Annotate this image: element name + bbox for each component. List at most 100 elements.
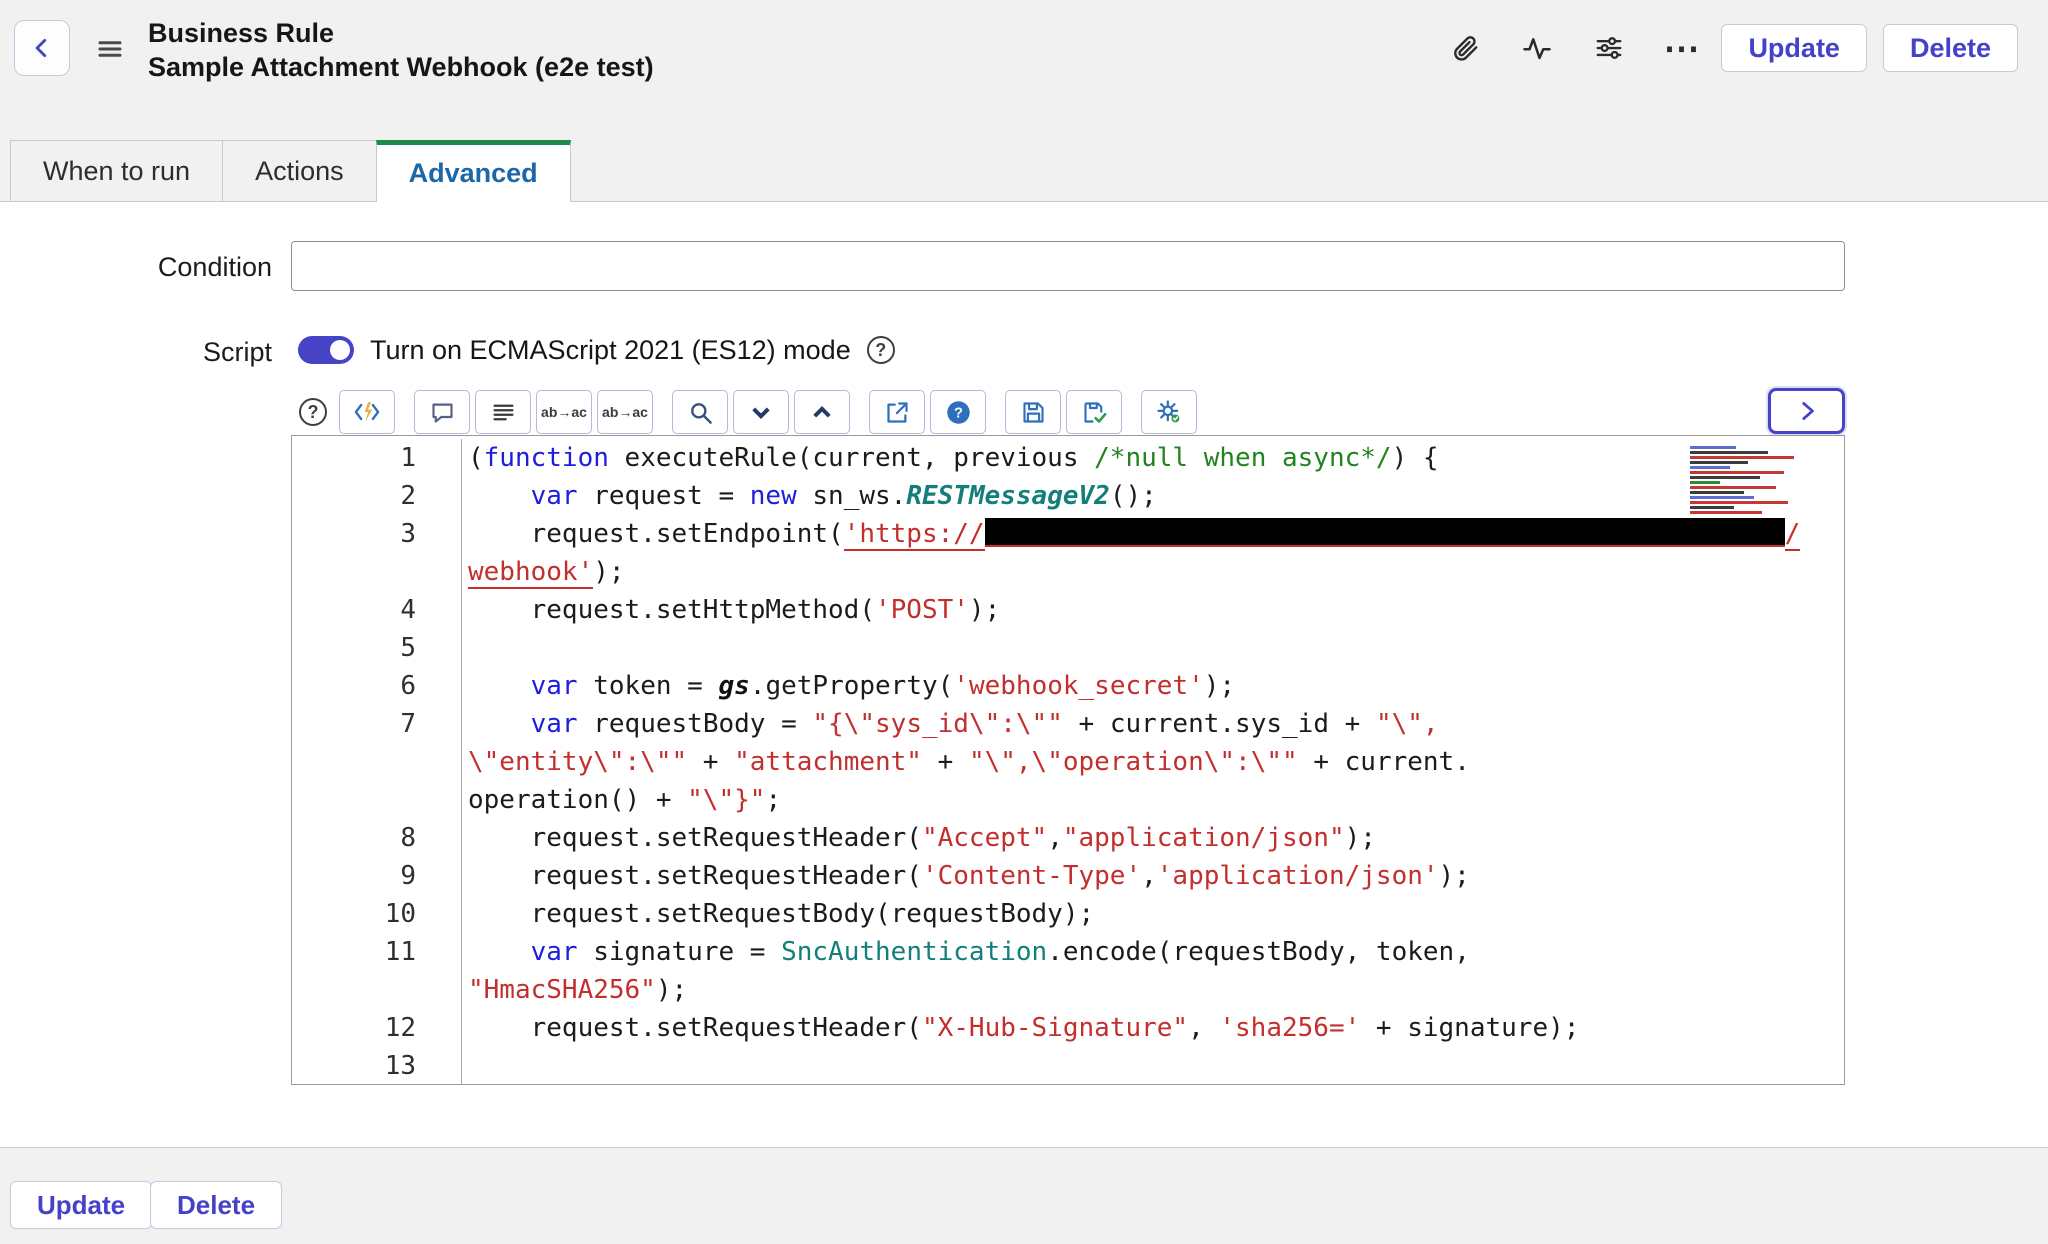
code-row[interactable]: 2 var request = new sn_ws.RESTMessageV2(… xyxy=(292,477,1844,515)
code-row[interactable]: 1(function executeRule(current, previous… xyxy=(292,439,1844,477)
settings-sliders-icon xyxy=(1594,33,1624,63)
code-row[interactable]: 5 xyxy=(292,629,1844,667)
code-row[interactable]: 13 xyxy=(292,1047,1844,1085)
replace-all-icon: ab→ac xyxy=(602,404,648,420)
code-line[interactable]: request.setRequestHeader("Accept","appli… xyxy=(462,819,1376,857)
help-icon[interactable]: ? xyxy=(867,336,895,364)
code-token: request.setRequestBody(requestBody); xyxy=(468,899,1094,929)
tab-when-to-run[interactable]: When to run xyxy=(10,140,223,201)
code-row[interactable]: webhook'); xyxy=(292,553,1844,591)
search-button[interactable] xyxy=(672,390,728,434)
condition-input[interactable] xyxy=(291,241,1845,291)
activity-button[interactable] xyxy=(1513,24,1561,72)
code-line[interactable]: request.setRequestBody(requestBody); xyxy=(462,895,1094,933)
code-token: "\", xyxy=(1376,709,1439,739)
code-line[interactable] xyxy=(462,1047,468,1085)
scroll-up-button[interactable] xyxy=(794,390,850,434)
code-line[interactable]: (function executeRule(current, previous … xyxy=(462,439,1439,477)
code-line[interactable]: webhook'); xyxy=(462,553,625,591)
line-number xyxy=(292,553,462,591)
line-number: 6 xyxy=(292,667,462,705)
line-number: 1 xyxy=(292,439,462,477)
code-line[interactable]: request.setRequestHeader("X-Hub-Signatur… xyxy=(462,1009,1579,1047)
code-line[interactable]: request.setEndpoint('https:/// xyxy=(462,515,1800,553)
code-token: 'sha256=' xyxy=(1219,1013,1360,1043)
update-button[interactable]: Update xyxy=(1721,24,1867,72)
code-line[interactable]: operation() + "\"}"; xyxy=(462,781,781,819)
code-line[interactable]: var requestBody = "{\"sys_id\":\"" + cur… xyxy=(462,705,1439,743)
code-row[interactable]: 12 request.setRequestHeader("X-Hub-Signa… xyxy=(292,1009,1844,1047)
code-token: operation() + xyxy=(468,785,687,815)
debug-button[interactable] xyxy=(1141,390,1197,434)
tab-advanced[interactable]: Advanced xyxy=(376,140,571,202)
tab-label: When to run xyxy=(43,156,190,187)
attachments-button[interactable] xyxy=(1441,24,1489,72)
format-lines-button[interactable] xyxy=(475,390,531,434)
code-minimap[interactable] xyxy=(1690,444,1808,522)
back-button[interactable] xyxy=(14,20,70,76)
delete-button[interactable]: Delete xyxy=(1883,24,2018,72)
code-token: request.setRequestHeader( xyxy=(468,823,922,853)
save-check-button[interactable] xyxy=(1066,390,1122,434)
expand-editor-button[interactable] xyxy=(1768,388,1845,434)
code-token: + xyxy=(922,747,969,777)
code-token: 'https:// xyxy=(844,519,985,551)
code-row[interactable]: 9 request.setRequestHeader('Content-Type… xyxy=(292,857,1844,895)
code-line[interactable]: \"entity\":\"" + "attachment" + "\",\"op… xyxy=(462,743,1470,781)
save-check-icon xyxy=(1081,399,1108,426)
code-row[interactable]: \"entity\":\"" + "attachment" + "\",\"op… xyxy=(292,743,1844,781)
code-row[interactable]: 4 request.setHttpMethod('POST'); xyxy=(292,591,1844,629)
scroll-down-button[interactable] xyxy=(733,390,789,434)
replace-button[interactable]: ab→ac xyxy=(536,390,592,434)
save-button-editor[interactable] xyxy=(1005,390,1061,434)
script-code-editor[interactable]: 1(function executeRule(current, previous… xyxy=(291,435,1845,1085)
code-line[interactable]: var token = gs.getProperty('webhook_secr… xyxy=(462,667,1235,705)
code-rows: 1(function executeRule(current, previous… xyxy=(292,436,1844,1085)
code-line[interactable] xyxy=(462,629,468,667)
line-number: 9 xyxy=(292,857,462,895)
code-token: signature = xyxy=(578,937,782,967)
code-line[interactable]: var request = new sn_ws.RESTMessageV2(); xyxy=(462,477,1157,515)
code-row[interactable]: operation() + "\"}"; xyxy=(292,781,1844,819)
help-filled-icon: ? xyxy=(945,399,972,426)
footer-delete-button[interactable]: Delete xyxy=(150,1181,282,1229)
footer-update-button[interactable]: Update xyxy=(10,1181,152,1229)
comment-button[interactable] xyxy=(414,390,470,434)
code-token: ); xyxy=(656,975,687,1005)
code-token: RESTMessageV2 xyxy=(906,481,1110,511)
es12-toggle[interactable] xyxy=(298,336,354,364)
code-row[interactable]: 7 var requestBody = "{\"sys_id\":\"" + c… xyxy=(292,705,1844,743)
line-number: 5 xyxy=(292,629,462,667)
line-number: 11 xyxy=(292,933,462,971)
code-row[interactable]: 6 var token = gs.getProperty('webhook_se… xyxy=(292,667,1844,705)
code-row[interactable]: "HmacSHA256"); xyxy=(292,971,1844,1009)
code-line[interactable]: "HmacSHA256"); xyxy=(462,971,687,1009)
code-token: "\"}" xyxy=(687,785,765,815)
comment-bubble-icon xyxy=(429,399,456,426)
code-token: request.setEndpoint( xyxy=(468,519,844,549)
code-token: var xyxy=(531,671,578,701)
code-token: gs xyxy=(718,671,749,701)
personalize-button[interactable] xyxy=(1585,24,1633,72)
code-token: request.setHttpMethod( xyxy=(468,595,875,625)
replace-all-button[interactable]: ab→ac xyxy=(597,390,653,434)
code-row[interactable]: 11 var signature = SncAuthentication.enc… xyxy=(292,933,1844,971)
format-code-button[interactable] xyxy=(339,390,395,434)
code-token: .encode(requestBody, token, xyxy=(1047,937,1470,967)
code-line[interactable]: request.setRequestHeader('Content-Type',… xyxy=(462,857,1470,895)
code-token: executeRule(current, previous xyxy=(609,443,1094,473)
code-token: , xyxy=(1141,861,1157,891)
line-number: 4 xyxy=(292,591,462,629)
code-row[interactable]: 8 request.setRequestHeader("Accept","app… xyxy=(292,819,1844,857)
open-in-new-button[interactable] xyxy=(869,390,925,434)
code-row[interactable]: 3 request.setEndpoint('https:/// xyxy=(292,515,1844,553)
code-token: + current. xyxy=(1298,747,1470,777)
editor-help-icon[interactable]: ? xyxy=(299,398,327,426)
context-menu-icon[interactable] xyxy=(92,31,128,67)
code-line[interactable]: var signature = SncAuthentication.encode… xyxy=(462,933,1470,971)
tab-actions[interactable]: Actions xyxy=(222,140,377,201)
more-actions-button[interactable]: ⋯ xyxy=(1657,24,1705,72)
code-row[interactable]: 10 request.setRequestBody(requestBody); xyxy=(292,895,1844,933)
editor-help-button[interactable]: ? xyxy=(930,390,986,434)
code-line[interactable]: request.setHttpMethod('POST'); xyxy=(462,591,1000,629)
